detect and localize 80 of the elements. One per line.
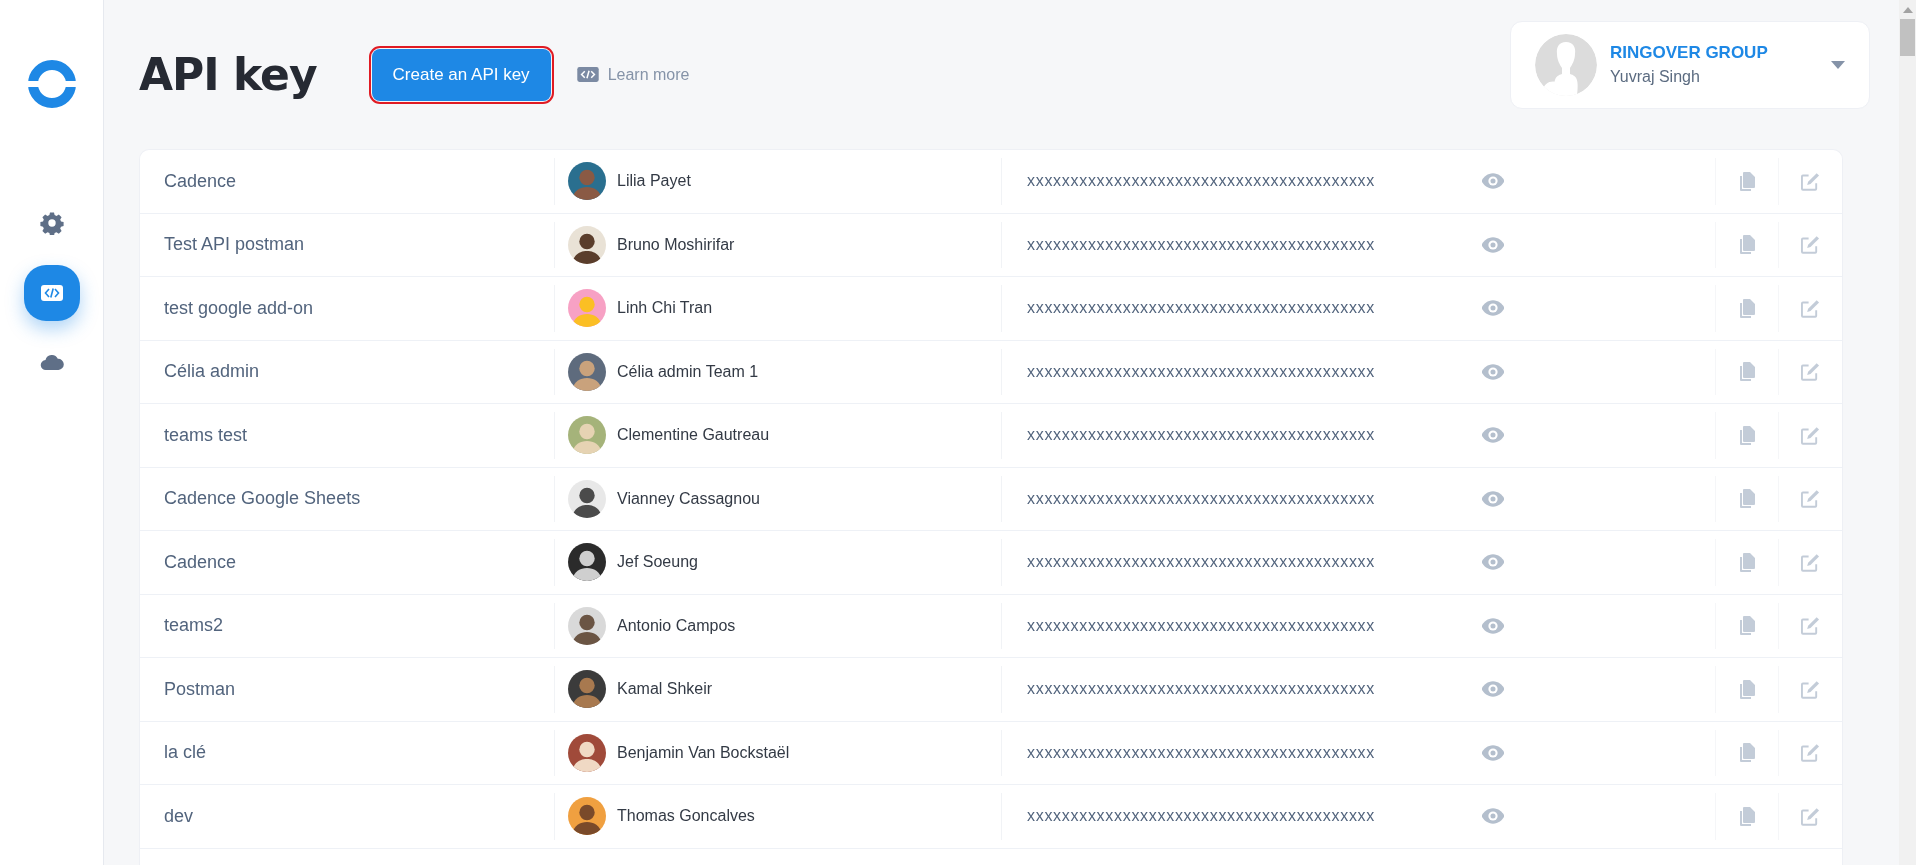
owner-name: Jef Soeung bbox=[617, 553, 698, 572]
edit-icon[interactable] bbox=[1801, 805, 1820, 827]
eye-icon[interactable] bbox=[1482, 617, 1504, 634]
gear-icon bbox=[39, 211, 64, 235]
api-key-value: xxxxxxxxxxxxxxxxxxxxxxxxxxxxxxxxxxxxxxxx bbox=[1027, 807, 1376, 826]
eye-icon[interactable] bbox=[1482, 363, 1504, 380]
owner-name: Antonio Campos bbox=[617, 616, 736, 635]
key-name: Cadence Google Sheets bbox=[140, 475, 555, 522]
key-name: Test API postman bbox=[140, 221, 555, 268]
owner-name: Clementine Gautreau bbox=[617, 426, 770, 445]
learn-more-link[interactable]: Learn more bbox=[576, 65, 690, 84]
eye-icon[interactable] bbox=[1482, 173, 1504, 190]
copy-icon[interactable] bbox=[1737, 361, 1757, 383]
owner-name: Vianney Cassagnou bbox=[617, 489, 760, 508]
eye-icon[interactable] bbox=[1482, 427, 1504, 444]
user-name: Yuvraj Singh bbox=[1610, 68, 1701, 86]
api-key-value: xxxxxxxxxxxxxxxxxxxxxxxxxxxxxxxxxxxxxxxx bbox=[1027, 553, 1376, 572]
key-name: teams test bbox=[140, 412, 555, 459]
owner-name: Bruno Moshirifar bbox=[617, 235, 735, 254]
eye-icon[interactable] bbox=[1482, 554, 1504, 571]
logo-icon bbox=[26, 59, 77, 109]
api-key-value: xxxxxxxxxxxxxxxxxxxxxxxxxxxxxxxxxxxxxxxx bbox=[1027, 616, 1376, 635]
owner-name: Thomas Goncalves bbox=[617, 807, 755, 826]
key-name: Cadence bbox=[140, 158, 555, 205]
copy-icon[interactable] bbox=[1737, 615, 1757, 637]
owner-name: Lilia Payet bbox=[617, 172, 691, 191]
edit-icon[interactable] bbox=[1801, 361, 1820, 383]
avatar-icon bbox=[1535, 33, 1597, 96]
copy-icon[interactable] bbox=[1737, 297, 1757, 319]
eye-icon[interactable] bbox=[1482, 300, 1504, 317]
owner-name: Linh Chi Tran bbox=[617, 299, 713, 318]
eye-icon[interactable] bbox=[1482, 490, 1504, 507]
create-api-key-button[interactable]: Create an API key bbox=[371, 48, 551, 101]
eye-icon[interactable] bbox=[1482, 744, 1504, 761]
copy-icon[interactable] bbox=[1737, 742, 1757, 764]
api-key-value: xxxxxxxxxxxxxxxxxxxxxxxxxxxxxxxxxxxxxxxx bbox=[1027, 489, 1376, 508]
copy-icon[interactable] bbox=[1737, 234, 1757, 256]
copy-icon[interactable] bbox=[1737, 424, 1757, 446]
eye-icon[interactable] bbox=[1482, 808, 1504, 825]
edit-icon[interactable] bbox=[1801, 551, 1820, 573]
eye-icon[interactable] bbox=[1482, 236, 1504, 253]
code-icon bbox=[576, 67, 599, 82]
owner-name: Benjamin Van Bockstaël bbox=[617, 743, 790, 762]
eye-icon[interactable] bbox=[1482, 681, 1504, 698]
copy-icon[interactable] bbox=[1737, 678, 1757, 700]
key-name: test google add-on bbox=[140, 285, 555, 332]
edit-icon[interactable] bbox=[1801, 297, 1820, 319]
key-name: dev bbox=[140, 793, 555, 840]
edit-icon[interactable] bbox=[1801, 615, 1820, 637]
scrollbar-thumb[interactable] bbox=[1900, 19, 1915, 56]
copy-icon[interactable] bbox=[1737, 551, 1757, 573]
key-name: la clé bbox=[140, 729, 555, 776]
edit-icon[interactable] bbox=[1801, 234, 1820, 256]
edit-icon[interactable] bbox=[1801, 488, 1820, 510]
key-name: Célia admin bbox=[140, 348, 555, 395]
owner-name: Célia admin Team 1 bbox=[617, 362, 759, 381]
api-key-value: xxxxxxxxxxxxxxxxxxxxxxxxxxxxxxxxxxxxxxxx bbox=[1027, 172, 1376, 191]
edit-icon[interactable] bbox=[1801, 170, 1820, 192]
api-key-value: xxxxxxxxxxxxxxxxxxxxxxxxxxxxxxxxxxxxxxxx bbox=[1027, 426, 1376, 445]
api-key-value: xxxxxxxxxxxxxxxxxxxxxxxxxxxxxxxxxxxxxxxx bbox=[1027, 743, 1376, 762]
edit-icon[interactable] bbox=[1801, 424, 1820, 446]
caret-icon[interactable] bbox=[1831, 60, 1845, 69]
api-key-value: xxxxxxxxxxxxxxxxxxxxxxxxxxxxxxxxxxxxxxxx bbox=[1027, 362, 1376, 381]
key-name: Cadence bbox=[140, 539, 555, 586]
page-title: API key bbox=[139, 49, 317, 100]
copy-icon[interactable] bbox=[1737, 488, 1757, 510]
api-key-value: xxxxxxxxxxxxxxxxxxxxxxxxxxxxxxxxxxxxxxxx bbox=[1027, 299, 1376, 318]
sidebar-item[interactable] bbox=[23, 265, 80, 321]
copy-icon[interactable] bbox=[1737, 170, 1757, 192]
account-card[interactable]: RINGOVER GROUP Yuvraj Singh bbox=[1510, 20, 1870, 109]
edit-icon[interactable] bbox=[1801, 678, 1820, 700]
key-name: Postman bbox=[140, 666, 555, 713]
scroll-up-arrow-icon[interactable] bbox=[1902, 7, 1913, 13]
owner-name: Kamal Shkeir bbox=[617, 680, 713, 699]
company-name: RINGOVER GROUP bbox=[1610, 43, 1769, 63]
copy-icon[interactable] bbox=[1737, 805, 1757, 827]
api-key-value: xxxxxxxxxxxxxxxxxxxxxxxxxxxxxxxxxxxxxxxx bbox=[1027, 680, 1376, 699]
key-name: teams2 bbox=[140, 602, 555, 649]
edit-icon[interactable] bbox=[1801, 742, 1820, 764]
api-key-value: xxxxxxxxxxxxxxxxxxxxxxxxxxxxxxxxxxxxxxxx bbox=[1027, 235, 1376, 254]
